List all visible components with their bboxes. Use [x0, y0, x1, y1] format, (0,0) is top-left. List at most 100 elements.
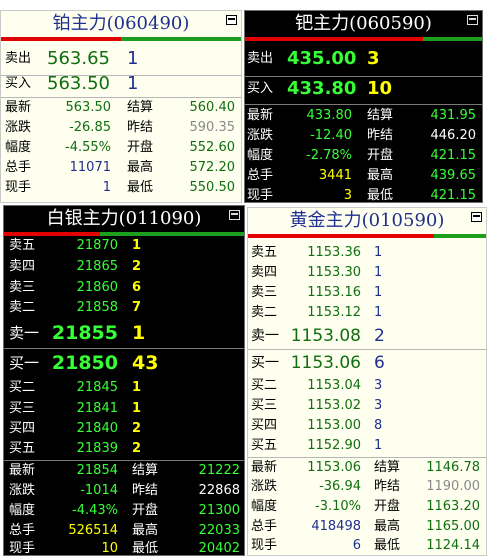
bid-price: 21845 — [76, 380, 118, 395]
bid-label: 买五 — [251, 438, 278, 453]
restore-window-icon[interactable] — [467, 15, 478, 25]
stat-value: 439.65 — [430, 168, 477, 183]
ask-level: 卖二 1153.12 1 — [248, 303, 486, 323]
bid-volume: 6 — [374, 353, 385, 373]
ask-label: 卖三 — [9, 280, 36, 295]
stat-label: 最新 — [251, 460, 278, 475]
stat-label: 现手 — [5, 180, 32, 195]
stat-value: -1014 — [80, 483, 118, 498]
ask-label: 卖三 — [251, 285, 278, 300]
stat-label: 结算 — [132, 463, 159, 478]
stat-row: 最新 1153.06 结算 1146.78 — [248, 458, 486, 478]
stat-row: 现手 3 最低 421.15 — [245, 186, 482, 202]
bid-price: 1152.90 — [307, 438, 361, 453]
divider — [245, 104, 482, 105]
buy-label: 买入 — [5, 76, 32, 91]
stat-row: 总手 11071 最高 572.20 — [1, 158, 241, 178]
ask-level: 卖二 21858 7 — [4, 298, 244, 318]
buy-row: 买入 563.50 1 — [1, 72, 241, 96]
stat-label: 昨结 — [132, 483, 159, 498]
bid-label: 买五 — [9, 441, 36, 456]
bid-volume: 1 — [374, 438, 383, 453]
ask-volume: 1 — [374, 285, 383, 300]
ask-label: 卖一 — [251, 328, 279, 344]
restore-window-icon[interactable] — [471, 212, 482, 222]
panel-title: 钯主力(060590) — [295, 13, 432, 34]
sell-row: 卖出 435.00 3 — [245, 47, 482, 71]
stat-label: 结算 — [127, 100, 154, 115]
ask-price: 1153.12 — [307, 305, 361, 320]
stat-row: 总手 3441 最高 439.65 — [245, 166, 482, 186]
stat-label: 开盘 — [132, 503, 159, 518]
stat-value: -2.78% — [306, 148, 352, 163]
stat-label: 总手 — [247, 168, 274, 183]
bid-volume: 1 — [132, 401, 142, 416]
ask-label: 卖二 — [251, 305, 278, 320]
ask-volume: 7 — [132, 300, 142, 315]
stat-label: 涨跌 — [9, 483, 36, 498]
stat-value: -36.94 — [319, 479, 361, 494]
ask-level: 卖三 1153.16 1 — [248, 283, 486, 303]
stat-value: 590.35 — [189, 120, 236, 135]
divider — [248, 349, 486, 350]
stat-value: 1153.06 — [307, 460, 361, 475]
bid-ask-ratio-bar — [248, 234, 486, 238]
stat-value: 572.20 — [189, 160, 236, 175]
divider — [4, 348, 244, 349]
ask-level: 卖五 21870 1 — [4, 236, 244, 256]
restore-window-icon[interactable] — [226, 15, 237, 25]
bid-level: 买一 21850 43 — [4, 350, 244, 376]
sell-price: 435.00 — [287, 48, 357, 69]
stat-value: 1 — [102, 180, 111, 195]
palladium-quote-panel: 钯主力(060590) 卖出 435.00 3 买入 433.80 10 最新 … — [244, 10, 483, 203]
stat-row: 涨跌 -36.94 昨结 1190.00 — [248, 477, 486, 497]
stat-value: 418498 — [311, 519, 361, 534]
stat-label: 现手 — [9, 541, 36, 556]
ask-price: 1153.36 — [307, 245, 361, 260]
bid-level: 买五 1152.90 1 — [248, 436, 486, 456]
silver-quote-panel: 白银主力(011090) 卖五 21870 1 卖四 21865 2 卖三 21… — [3, 205, 245, 556]
ask-level: 卖一 1153.08 2 — [248, 324, 486, 348]
stat-value: 22868 — [198, 483, 240, 498]
bid-volume: 2 — [132, 441, 142, 456]
stat-value: -3.10% — [315, 499, 361, 514]
bid-price: 1153.02 — [307, 398, 361, 413]
stat-label: 开盘 — [367, 148, 394, 163]
stat-row: 最新 21854 结算 21222 — [4, 461, 244, 481]
buy-label: 买入 — [247, 81, 274, 96]
stat-row: 现手 10 最低 20402 — [4, 539, 244, 556]
bid-level: 买五 21839 2 — [4, 439, 244, 459]
stat-value: 3441 — [318, 168, 352, 183]
sell-label: 卖出 — [5, 51, 32, 66]
ask-volume: 1 — [374, 265, 383, 280]
ask-volume: 2 — [132, 259, 142, 274]
bid-price: 21839 — [76, 441, 118, 456]
stat-value: 21222 — [198, 463, 240, 478]
bid-level: 买二 1153.04 3 — [248, 376, 486, 396]
ask-price: 21855 — [51, 322, 118, 344]
stat-label: 昨结 — [367, 128, 394, 143]
stat-value: 21854 — [76, 463, 118, 478]
ask-level: 卖一 21855 1 — [4, 320, 244, 346]
ask-price: 1153.16 — [307, 285, 361, 300]
stat-value: 560.40 — [189, 100, 236, 115]
sell-volume: 1 — [127, 48, 139, 69]
stat-value: 20402 — [198, 541, 240, 556]
ask-level: 卖三 21860 6 — [4, 278, 244, 298]
stat-row: 现手 6 最低 1124.14 — [248, 536, 486, 555]
stat-row: 涨跌 -1014 昨结 22868 — [4, 481, 244, 501]
stat-label: 昨结 — [374, 479, 401, 494]
stat-value: 22033 — [198, 523, 240, 538]
restore-window-icon[interactable] — [229, 210, 240, 220]
stat-label: 昨结 — [127, 120, 154, 135]
platinum-quote-panel: 铂主力(060490) 卖出 563.65 1 买入 563.50 1 最新 5… — [0, 10, 242, 203]
ask-level: 卖四 21865 2 — [4, 257, 244, 277]
stat-value: 1165.00 — [426, 519, 480, 534]
ask-level: 卖五 1153.36 1 — [248, 243, 486, 263]
bid-label: 买二 — [251, 378, 278, 393]
bid-level: 买四 1153.00 8 — [248, 416, 486, 436]
stat-label: 最高 — [367, 168, 394, 183]
bid-level: 买一 1153.06 6 — [248, 351, 486, 375]
stat-value: 10 — [101, 541, 118, 556]
bid-ask-ratio-bar — [1, 37, 241, 41]
